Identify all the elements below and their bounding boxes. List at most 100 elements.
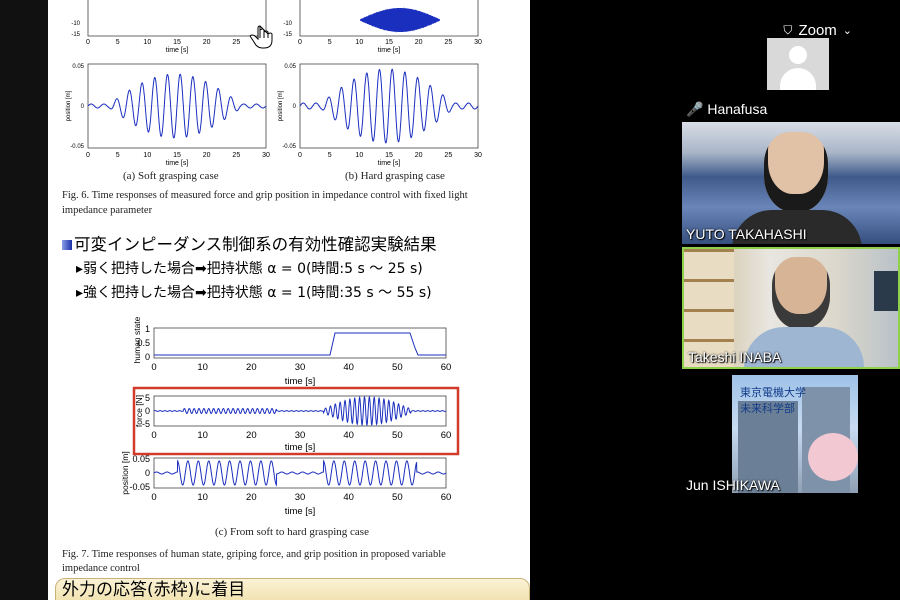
xtick: 10 [143,152,151,159]
fig6b-xlabel: time [s] [378,160,401,167]
xtick: 20 [203,39,211,46]
participant-name: Jun ISHIKAWA [686,477,780,493]
xtick: 40 [343,362,354,373]
fig6-position-plots: 0.05 0 -0.05 0.05 0 -0.05 position [m] p… [66,63,482,167]
xtick: 0 [151,492,156,503]
fig7-state-trace [154,332,446,356]
xtick: 30 [295,362,306,373]
avatar-placeholder [767,38,829,90]
ytick: 0 [145,468,150,478]
xtick: 0 [86,39,90,46]
ytick: 0 [293,104,297,110]
xtick: 25 [444,39,452,46]
xtick: 20 [203,152,211,159]
avatar-body-icon [780,68,816,90]
slide-left-margin [0,0,48,600]
monitor-decor [874,271,898,311]
participant-tile-2[interactable]: YUTO TAKAHASHI [682,122,900,244]
hand-cursor-icon [249,25,273,49]
xtick: 10 [197,492,208,503]
fig6a-ylabel: position [m] [66,90,72,121]
section-heading: 可変インピーダンス制御系の有効性確認実験結果 [62,231,437,255]
participant-video-head [764,132,828,212]
ytick: 0.05 [132,454,150,464]
ytick: -15 [283,32,292,38]
xtick: 25 [232,152,240,159]
xtick: 10 [143,39,151,46]
building-sign: 東京電機大学 未来科学部 [740,385,806,417]
ytick: -0.05 [70,144,84,150]
shared-slide: -10 -15 -10 -15 051015202530 05101520253… [0,0,530,600]
xtick: 20 [246,362,257,373]
xtick: 15 [385,39,393,46]
xtick: 15 [173,39,181,46]
fig7-caption: Fig. 7. Time responses of human state, g… [62,549,446,560]
fig7-state-ylabel: human state [132,316,142,363]
ytick: 5 [145,393,150,403]
xtick: 20 [415,39,423,46]
cherry-blossom-decor [808,433,858,481]
fig7-position-trace [153,459,447,487]
participant-name: Hanafusa [707,101,768,117]
participant-name: YUTO TAKAHASHI [686,226,807,242]
fig7-plots: 1 0.5 0 human state 0 10 20 30 40 50 60 time [… [120,316,460,517]
xtick: 60 [441,430,452,441]
xtick: 30 [474,152,482,159]
xtick: 25 [444,152,452,159]
xtick: 20 [246,492,257,503]
xtick: 50 [392,430,403,441]
xtick: 10 [355,39,363,46]
xtick: 60 [441,492,452,503]
xtick: 15 [385,152,393,159]
fig7-force-trace [153,395,447,427]
participant-tile-1[interactable]: ⛉ Zoom ⌄ 🎤 Hanafusa [682,0,900,120]
fig7-state-xlabel: time [s] [285,376,316,387]
fig6-caption-line2: impedance parameter [62,205,153,216]
xtick: 30 [295,492,306,503]
muted-mic-icon: 🎤 [686,101,704,117]
zoom-menu-button[interactable]: ⛉ Zoom ⌄ [783,22,852,39]
participant-tile-3-active-speaker[interactable]: Takeshi INABA [682,247,900,369]
shield-icon: ⛉ [783,23,793,37]
fig7-pos-ylabel: position [m] [120,451,130,494]
fig7-pos-xlabel: time [s] [285,506,316,517]
fig6b-force-trace [359,7,441,33]
xtick: 50 [392,492,403,503]
xtick: 50 [392,362,403,373]
fig6b-top-xlabel: time [s] [378,47,401,54]
bottom-note: 外力の応答(赤枠)に着目 [55,578,530,600]
xtick: 20 [246,430,257,441]
ytick: 0 [145,406,150,416]
xtick: 0 [151,362,156,373]
fig7-subcaption: (c) From soft to hard grasping case [215,526,369,538]
xtick: 0 [86,152,90,159]
xtick: 30 [295,430,306,441]
ytick: -10 [71,21,80,27]
xtick: 15 [173,152,181,159]
ytick: -0.05 [282,144,296,150]
ytick: -0.05 [129,482,150,492]
fig7-caption-line2: impedance control [62,563,140,574]
ytick: -15 [71,32,80,38]
participant-video-head [772,257,830,329]
xtick: 10 [197,362,208,373]
fig7-force-xlabel: time [s] [285,442,316,453]
fig6-force-plots: -10 -15 -10 -15 051015202530 05101520253… [71,0,482,54]
heading-text: 可変インピーダンス制御系の有効性確認実験結果 [74,235,437,254]
xtick: 5 [328,152,332,159]
xtick: 60 [441,362,452,373]
participant-tile-4[interactable]: 東京電機大学 未来科学部 Jun ISHIKAWA [682,373,900,495]
fig7-force-ylabel: force [N] [134,395,144,427]
chevron-down-icon: ⌄ [842,25,852,37]
xtick: 5 [116,39,120,46]
zoom-gallery: ⛉ Zoom ⌄ 🎤 Hanafusa YUTO TAKAHASHI Takes… [682,0,900,600]
xtick: 30 [474,39,482,46]
xtick: 0 [298,152,302,159]
xtick: 5 [116,152,120,159]
avatar-head-icon [789,46,807,64]
xtick: 30 [262,152,270,159]
fig6b-ylabel: position [m] [278,90,284,121]
xtick: 10 [355,152,363,159]
xtick: 20 [415,152,423,159]
participant-name: Takeshi INABA [688,349,782,365]
